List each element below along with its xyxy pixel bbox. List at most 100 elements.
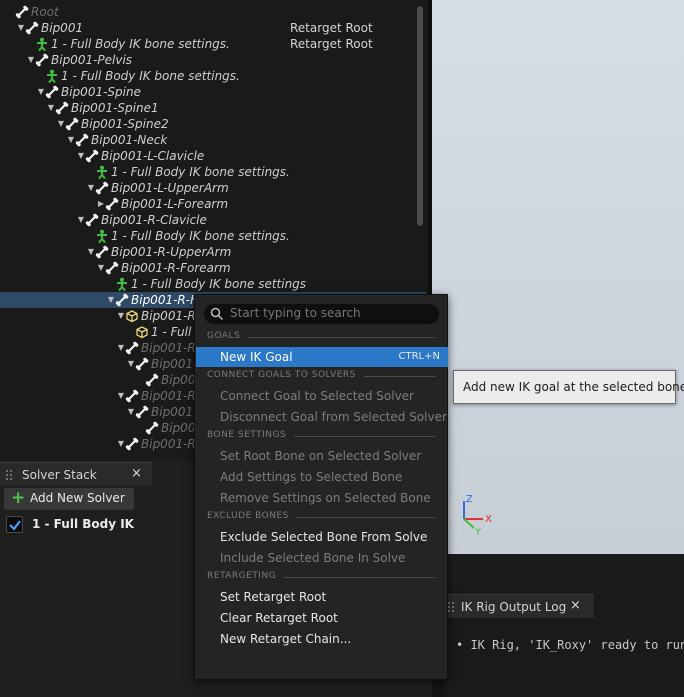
tree-row[interactable]: ▼ Bip001-Neck	[0, 132, 426, 148]
tree-row[interactable]: 1 - Full Body IK bone settings	[0, 276, 426, 292]
search-placeholder: Start typing to search	[230, 306, 361, 320]
viewport[interactable]	[432, 0, 684, 554]
tree-row[interactable]: 1 - Full Body IK bone settings. Retarget …	[0, 36, 426, 52]
tree-row-label: 1 - Full Body IK bone settings	[131, 277, 307, 291]
tree-row-label: Root	[31, 5, 59, 19]
bone-icon	[125, 389, 139, 403]
axis-y-label: Y	[474, 527, 482, 537]
retarget-root-text: Retarget Root	[290, 21, 373, 35]
menu-item[interactable]: Clear Retarget Root	[196, 608, 448, 628]
tree-row-label: Bip001-L-Clavicle	[101, 149, 205, 163]
axis-x-label: X	[485, 514, 492, 525]
output-log-panel: IK Rig Output Log × • IK Rig, 'IK_Roxy' …	[444, 588, 684, 697]
menu-item-label: Remove Settings on Selected Bone	[220, 491, 431, 505]
solver-enabled-checkbox[interactable]	[6, 516, 23, 533]
menu-item-label: New Retarget Chain...	[220, 632, 352, 646]
tree-row[interactable]: ▼ Bip001-Spine2	[0, 116, 426, 132]
menu-item[interactable]: Add Settings to Selected Bone	[196, 467, 448, 487]
menu-section-header: RETARGETING	[207, 571, 435, 583]
menu-item[interactable]: New IK Goal CTRL+N	[196, 347, 448, 367]
menu-section-divider	[284, 577, 435, 578]
axis-gizmo-icon: Z X Y	[463, 494, 492, 537]
bone-icon	[35, 53, 49, 67]
retarget-root-text: Retarget Root	[290, 37, 373, 51]
tree-row[interactable]: Root	[0, 4, 426, 20]
tree-row[interactable]: ▼ Bip001-R-Forearm	[0, 260, 426, 276]
menu-section-title: RETARGETING	[207, 571, 277, 581]
menu-search-input[interactable]: Start typing to search	[204, 304, 439, 324]
context-menu: Start typing to search GOALS New IK Goal C…	[194, 294, 448, 680]
menu-section-header: BONE SETTINGS	[207, 430, 435, 442]
menu-section-divider	[363, 376, 435, 377]
tree-row-label: Bip001-R-H	[131, 293, 200, 307]
bone-icon	[125, 341, 139, 355]
bone-icon	[75, 133, 89, 147]
search-icon	[210, 307, 224, 321]
tree-row-label: Bip001-Pelvis	[51, 53, 133, 67]
add-new-solver-button[interactable]: + Add New Solver	[4, 488, 134, 510]
tree-row[interactable]: ▼ Bip001-Pelvis	[0, 52, 426, 68]
menu-section-title: EXCLUDE BONES	[207, 511, 289, 521]
bone-settings-icon	[35, 37, 49, 52]
bone-icon	[145, 373, 159, 387]
tab-solver-stack[interactable]: Solver Stack ×	[0, 462, 152, 486]
bone-icon	[15, 5, 29, 19]
menu-item-label: New IK Goal	[220, 350, 293, 364]
bone-settings-icon	[95, 165, 109, 180]
menu-item-label: Set Retarget Root	[220, 590, 327, 604]
menu-item-label: Set Root Bone on Selected Solver	[220, 449, 422, 463]
bone-icon	[115, 293, 129, 307]
bone-icon	[135, 357, 149, 371]
menu-item-label: Exclude Selected Bone From Solve	[220, 530, 428, 544]
tree-row[interactable]: ▼ Bip001-R-Clavicle	[0, 212, 426, 228]
tab-output-log[interactable]: IK Rig Output Log ×	[444, 594, 594, 618]
tree-row-label: Bip001-L-Forearm	[121, 197, 229, 211]
tree-row[interactable]: 1 - Full Body IK bone settings.	[0, 164, 426, 180]
tree-row-label: Bip001-R	[141, 341, 196, 355]
hierarchy-scrollbar[interactable]	[417, 6, 423, 226]
menu-section-divider	[248, 337, 435, 338]
tree-row[interactable]: ▶ Bip001-L-Forearm	[0, 196, 426, 212]
tree-row[interactable]: ▼ Bip001-Spine1	[0, 100, 426, 116]
log-line: • IK Rig, 'IK_Roxy' ready to run	[456, 638, 684, 652]
tree-row[interactable]: ▼ Bip001-Spine	[0, 84, 426, 100]
bone-settings-icon	[115, 277, 129, 292]
menu-section-header: CONNECT GOALS TO SOLVERS	[207, 370, 435, 382]
menu-item[interactable]: New Retarget Chain...	[196, 629, 448, 649]
bone-icon	[145, 421, 159, 435]
menu-item[interactable]: Disconnect Goal from Selected Solver	[196, 407, 448, 427]
tree-row-label: Bip001-	[151, 357, 198, 371]
menu-item-label: Connect Goal to Selected Solver	[220, 389, 414, 403]
menu-item[interactable]: Set Retarget Root	[196, 587, 448, 607]
menu-item[interactable]: Connect Goal to Selected Solver	[196, 386, 448, 406]
menu-item-label: Disconnect Goal from Selected Solver	[220, 410, 447, 424]
close-icon[interactable]: ×	[131, 466, 142, 481]
menu-item[interactable]: Set Root Bone on Selected Solver	[196, 446, 448, 466]
solver-list-item[interactable]: 1 - Full Body IK	[0, 514, 195, 536]
tree-row-label: 1 - Full Body IK bone settings.	[51, 37, 230, 51]
bone-icon	[95, 245, 109, 259]
tree-row-label: 1 - Full Body IK bone settings.	[111, 165, 290, 179]
tree-row-label: Bip001-R	[141, 309, 196, 323]
menu-item[interactable]: Remove Settings on Selected Bone	[196, 488, 448, 508]
menu-item[interactable]: Include Selected Bone In Solve	[196, 548, 448, 568]
bone-icon	[135, 405, 149, 419]
bone-icon	[25, 21, 39, 35]
tree-row-label: Bip001-Spine2	[81, 117, 169, 131]
bone-icon	[105, 197, 119, 211]
close-icon[interactable]: ×	[570, 598, 581, 613]
tree-row[interactable]: ▼ Bip001 Retarget Root	[0, 20, 426, 36]
tree-row[interactable]: ▼ Bip001-L-UpperArm	[0, 180, 426, 196]
menu-section-header: GOALS	[207, 331, 435, 343]
tree-row-label: Bip001-R-Clavicle	[101, 213, 207, 227]
tree-row[interactable]: ▼ Bip001-R-UpperArm	[0, 244, 426, 260]
menu-item-label: Include Selected Bone In Solve	[220, 551, 406, 565]
tree-row[interactable]: ▼ Bip001-L-Clavicle	[0, 148, 426, 164]
tree-row-label: Bip001-R-UpperArm	[111, 245, 232, 259]
tree-row[interactable]: 1 - Full Body IK bone settings.	[0, 68, 426, 84]
tree-row-label: Bip001-R	[141, 437, 196, 451]
panel-grip-icon	[448, 602, 454, 612]
menu-item[interactable]: Exclude Selected Bone From Solve	[196, 527, 448, 547]
tree-row-label: Bip001-Neck	[91, 133, 168, 147]
tree-row[interactable]: 1 - Full Body IK bone settings.	[0, 228, 426, 244]
